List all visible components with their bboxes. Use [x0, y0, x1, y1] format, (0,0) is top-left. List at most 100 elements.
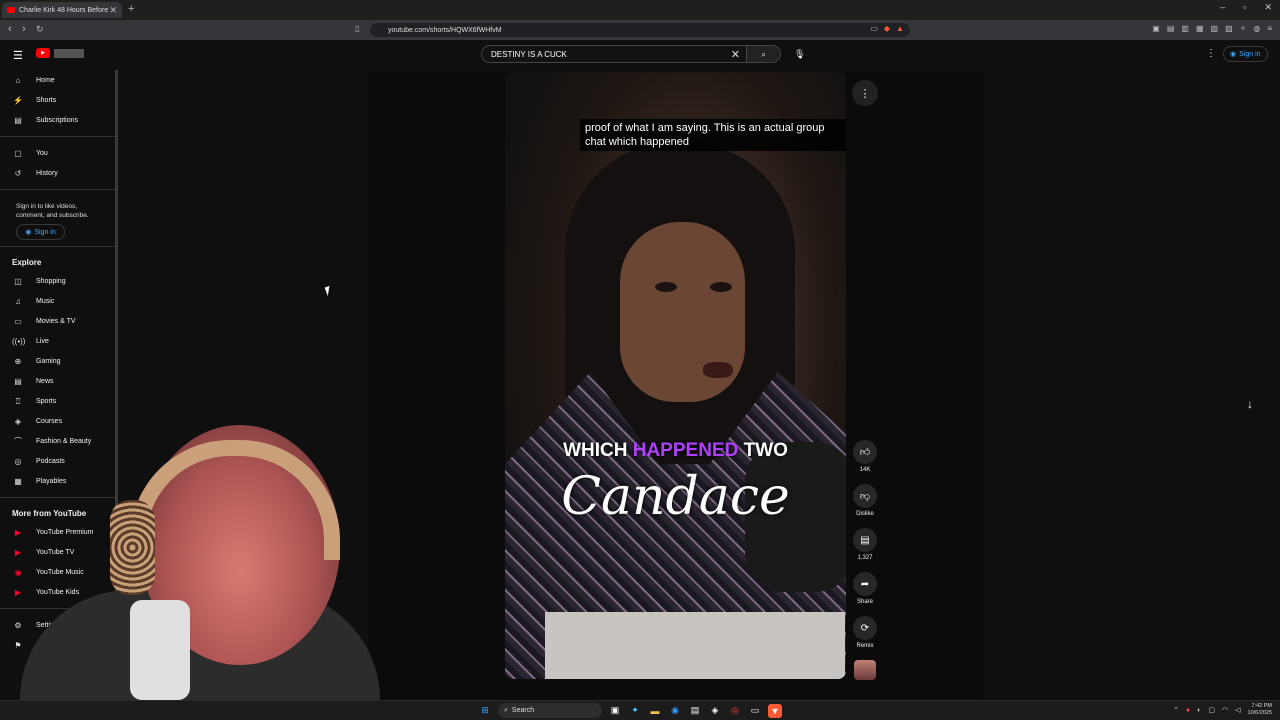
- app-icon[interactable]: ◈: [708, 704, 722, 718]
- wallet-icon[interactable]: ◍: [1253, 24, 1260, 33]
- extension-icon[interactable]: ✧: [1240, 24, 1247, 33]
- remix-button[interactable]: ⟳: [853, 616, 877, 640]
- share-button[interactable]: ➦: [853, 572, 877, 596]
- sidebar-item-subscriptions[interactable]: ▤ Subscriptions: [0, 110, 118, 130]
- more-options-icon[interactable]: ⋮: [1206, 48, 1216, 59]
- sidebar-item-label: Subscriptions: [36, 116, 79, 124]
- video-more-options-button[interactable]: ⋮: [852, 80, 878, 106]
- obs-icon[interactable]: ◎: [728, 704, 742, 718]
- minimize-icon[interactable]: –: [1220, 2, 1225, 13]
- sidebar-item-label: Home: [36, 76, 55, 84]
- task-view-icon[interactable]: ▣: [608, 704, 622, 718]
- comments-action[interactable]: ▤ 1,327: [851, 528, 879, 561]
- mouse-cursor-icon: [324, 284, 336, 297]
- extension-icon[interactable]: ▣: [1152, 24, 1160, 33]
- sidebar-item-history[interactable]: ↺ History: [0, 163, 118, 183]
- extension-icon[interactable]: ▥: [1181, 24, 1189, 33]
- sidebar-item-sports[interactable]: ♖ Sports: [0, 391, 118, 411]
- sidebar-item-label: You: [36, 149, 48, 157]
- video-frame-eye: [710, 282, 732, 292]
- maximize-icon[interactable]: ▫: [1243, 2, 1246, 13]
- window-close-icon[interactable]: ✕: [1264, 2, 1272, 13]
- sidebar-item-home[interactable]: ⌂ Home: [0, 70, 118, 90]
- tab-title: Charlie Kirk 48 Hours Before: [19, 6, 109, 14]
- menu-icon[interactable]: ☰: [13, 49, 23, 62]
- sidebar-icon[interactable]: ▦: [1196, 24, 1204, 33]
- share-action[interactable]: ➦ Share: [851, 572, 879, 605]
- tab-close-icon[interactable]: ✕: [109, 5, 117, 16]
- extension-icon[interactable]: ▧: [1211, 24, 1219, 33]
- tray-app-icon[interactable]: ▢: [1208, 706, 1215, 714]
- taskbar-clock[interactable]: 7:42 PM 10/6/2025: [1248, 703, 1272, 717]
- account-icon: ◉: [25, 229, 32, 236]
- sidebar-item-music[interactable]: ♫ Music: [0, 291, 118, 311]
- video-overlay-text: WHICH HAPPENED TWO: [505, 440, 846, 462]
- like-action[interactable]: 👍︎ 14K: [851, 440, 879, 473]
- copilot-icon[interactable]: ✦: [628, 704, 642, 718]
- sidebar-sign-in-button[interactable]: ◉ Sign in: [16, 224, 65, 240]
- sidebar-item-shopping[interactable]: ◫ Shopping: [0, 271, 118, 291]
- comments-button[interactable]: ▤: [853, 528, 877, 552]
- extension-icon[interactable]: ▤: [1167, 24, 1175, 33]
- taskbar-search[interactable]: ⌕ Search: [498, 703, 602, 718]
- sidebar-item-gaming[interactable]: ⊕ Gaming: [0, 351, 118, 371]
- reload-icon[interactable]: ↻: [36, 24, 44, 35]
- shorts-video[interactable]: proof of what I am saying. This is an ac…: [505, 72, 846, 679]
- store-icon[interactable]: ▤: [688, 704, 702, 718]
- sidebar-item-movies[interactable]: ▭ Movies & TV: [0, 311, 118, 331]
- page-action-icon[interactable]: ▭: [870, 24, 878, 33]
- dislike-action[interactable]: 👎︎ Dislike: [851, 484, 879, 517]
- youtube-favicon-icon: [7, 7, 15, 13]
- url-text: youtube.com/shorts/HQWX6fWHfvM: [388, 26, 502, 34]
- sidebar-item-news[interactable]: ▤ News: [0, 371, 118, 391]
- windows-start-icon[interactable]: ⊞: [478, 704, 492, 718]
- taskbar-apps: ⊞ ⌕ Search ▣ ✦ ▬ ◉ ▤ ◈ ◎ ▭ ▼: [478, 703, 782, 718]
- like-button[interactable]: 👍︎: [853, 440, 877, 464]
- sign-in-button[interactable]: ◉ Sign in: [1223, 46, 1268, 62]
- new-tab-icon[interactable]: +: [128, 3, 134, 15]
- extension-icon[interactable]: ▨: [1225, 24, 1233, 33]
- overlay-word: WHICH: [563, 440, 628, 461]
- menu-icon[interactable]: ≡: [1267, 24, 1272, 33]
- sign-in-label: Sign in: [34, 228, 56, 236]
- sidebar-item-live[interactable]: ((•)) Live: [0, 331, 118, 351]
- address-bar[interactable]: youtube.com/shorts/HQWX6fWHfvM ▭ ◆ ▲: [370, 23, 910, 37]
- search-input[interactable]: DESTINY IS A CUCK: [482, 50, 725, 59]
- wifi-icon[interactable]: ◠: [1222, 706, 1228, 714]
- rewards-icon[interactable]: ▲: [896, 24, 904, 33]
- microphone-icon[interactable]: 🎙︎: [794, 49, 805, 60]
- file-explorer-icon[interactable]: ▬: [648, 704, 662, 718]
- forward-icon[interactable]: ›: [22, 23, 26, 35]
- dislike-button[interactable]: 👎︎: [853, 484, 877, 508]
- bookmark-icon[interactable]: ▯: [355, 24, 359, 33]
- dislike-label: Dislike: [856, 511, 874, 517]
- terminal-icon[interactable]: ▭: [748, 704, 762, 718]
- film-icon: ▭: [14, 316, 22, 326]
- explore-heading: Explore: [12, 257, 42, 267]
- volume-icon[interactable]: ◁: [1235, 706, 1240, 714]
- youtube-logo[interactable]: ▶: [36, 48, 84, 58]
- youtube-play-icon: ▶: [36, 48, 50, 58]
- back-icon[interactable]: ‹: [8, 23, 12, 35]
- edge-icon[interactable]: ◉: [668, 704, 682, 718]
- tray-app-icon[interactable]: ●: [1186, 707, 1190, 714]
- window-controls: – ▫ ✕: [1220, 2, 1272, 13]
- divider: [0, 246, 118, 247]
- tray-chevron-icon[interactable]: ⌃: [1173, 706, 1179, 714]
- tray-app-icon[interactable]: ◐: [1197, 707, 1201, 714]
- sound-thumbnail[interactable]: [854, 660, 876, 680]
- brave-icon[interactable]: ▼: [768, 703, 782, 718]
- next-short-arrow-icon[interactable]: ↓: [1247, 397, 1253, 411]
- sidebar-item-label: Sports: [36, 397, 57, 405]
- shield-icon[interactable]: ◆: [884, 24, 890, 33]
- clock-time: 7:42 PM: [1251, 703, 1272, 709]
- clear-search-icon[interactable]: ✕: [725, 48, 746, 61]
- remix-action[interactable]: ⟳ Remix: [851, 616, 879, 649]
- search-box: DESTINY IS A CUCK ✕ ⌕: [481, 45, 781, 63]
- sidebar-item-you[interactable]: ▢ You: [0, 143, 118, 163]
- sidebar-item-shorts[interactable]: ⚡ Shorts: [0, 90, 118, 110]
- search-button[interactable]: ⌕: [746, 46, 780, 62]
- sign-in-note: Sign in to like videos, comment, and sub…: [16, 203, 89, 219]
- browser-tab-bar: Charlie Kirk 48 Hours Before ✕ + – ▫ ✕: [0, 0, 1280, 20]
- browser-tab[interactable]: Charlie Kirk 48 Hours Before ✕: [2, 2, 122, 18]
